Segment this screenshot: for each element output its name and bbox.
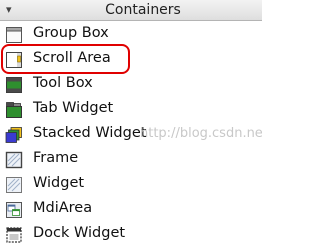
- widget-item-label: Stacked Widget: [33, 125, 147, 141]
- category-title: Containers: [105, 2, 181, 18]
- widget-box-panel: ▾ Containers Group Box Scroll Area Tool …: [0, 0, 262, 252]
- mdi-area-icon: [6, 202, 22, 218]
- widget-item-widget[interactable]: Widget: [0, 172, 262, 197]
- widget-item-label: Dock Widget: [33, 225, 126, 241]
- category-header-containers[interactable]: ▾ Containers: [0, 0, 262, 21]
- watermark-text: http://blog.csdn.net/: [140, 126, 262, 141]
- red-highlight-annotation: [1, 44, 130, 74]
- stacked-widget-icon: [5, 127, 22, 143]
- widget-item-label: Widget: [33, 175, 85, 191]
- dock-widget-icon: [6, 227, 22, 243]
- widget-item-tool-box[interactable]: Tool Box: [0, 72, 262, 97]
- frame-icon: [5, 151, 23, 169]
- widget-icon: [6, 177, 22, 193]
- tool-box-icon: [6, 77, 22, 93]
- widget-item-mdi-area[interactable]: MdiArea: [0, 197, 262, 222]
- widget-item-tab-widget[interactable]: Tab Widget: [0, 97, 262, 122]
- widget-item-frame[interactable]: Frame: [0, 147, 262, 172]
- group-box-icon: [6, 27, 22, 43]
- widget-item-label: Group Box: [33, 25, 109, 41]
- widget-item-label: Tab Widget: [33, 100, 114, 116]
- tab-widget-icon: [6, 102, 22, 118]
- widget-item-label: Frame: [33, 150, 79, 166]
- widget-item-label: MdiArea: [33, 200, 93, 216]
- widget-item-label: Tool Box: [33, 75, 93, 91]
- collapse-arrow-icon[interactable]: ▾: [6, 3, 12, 16]
- widget-item-dock-widget[interactable]: Dock Widget: [0, 222, 262, 247]
